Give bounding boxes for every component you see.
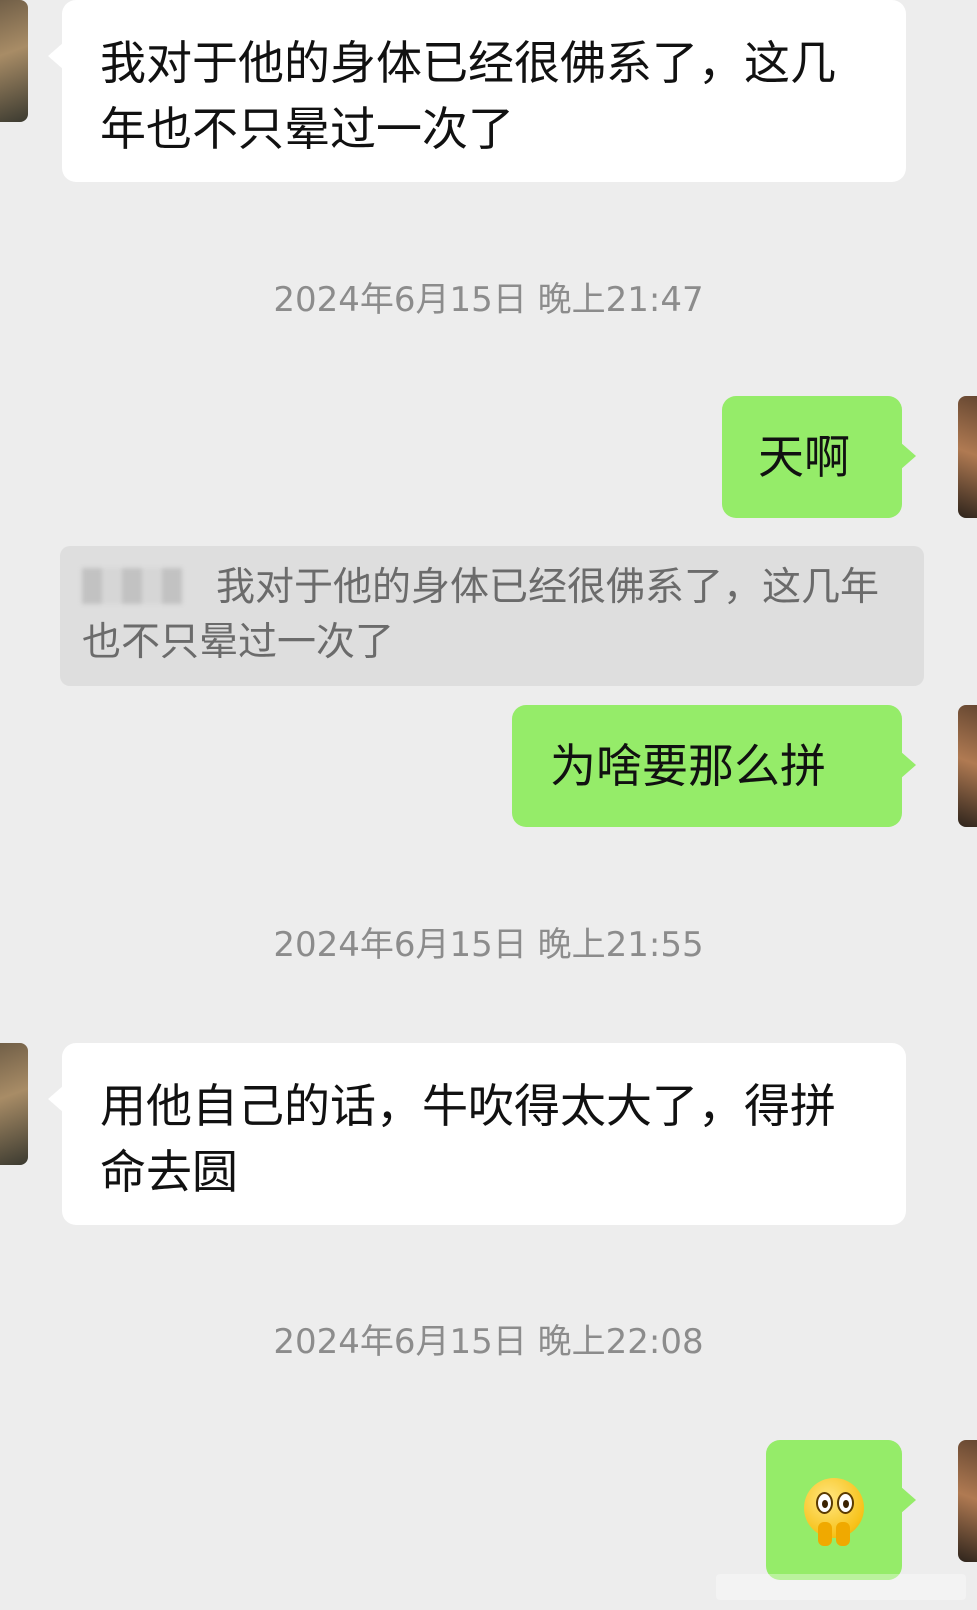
timestamp: 2024年6月15日 晚上21:47 xyxy=(273,280,704,320)
received-message-bubble[interactable]: 我对于他的身体已经很佛系了，这几年也不只晕过一次了 xyxy=(48,0,906,182)
quote-text: 我对于他的身体已经很佛系了，这几年也不只晕过一次了 xyxy=(82,565,880,665)
self-avatar[interactable] xyxy=(958,1440,977,1562)
message-text: 我对于他的身体已经很佛系了，这几年也不只晕过一次了 xyxy=(100,36,836,156)
message-text: 用他自己的话，牛吹得太大了，得拼命去圆 xyxy=(100,1079,836,1199)
grinning-face-emoji-icon xyxy=(804,1478,864,1546)
quote-sender-name-blurred xyxy=(82,568,182,604)
sent-message-bubble[interactable] xyxy=(766,1440,916,1580)
timestamp: 2024年6月15日 晚上21:55 xyxy=(273,925,704,965)
message-text: 为啥要那么拼 xyxy=(550,739,826,793)
sent-message-bubble[interactable]: 天啊 xyxy=(722,396,916,518)
self-avatar[interactable] xyxy=(958,396,977,518)
contact-avatar[interactable] xyxy=(0,1043,28,1165)
quoted-message[interactable]: 我对于他的身体已经很佛系了，这几年也不只晕过一次了 xyxy=(60,546,924,686)
timestamp: 2024年6月15日 晚上22:08 xyxy=(273,1322,704,1362)
received-message-bubble[interactable]: 用他自己的话，牛吹得太大了，得拼命去圆 xyxy=(48,1043,906,1225)
sent-message-bubble[interactable]: 为啥要那么拼 xyxy=(512,705,916,827)
self-avatar[interactable] xyxy=(958,705,977,827)
watermark xyxy=(716,1574,966,1600)
message-text: 天啊 xyxy=(758,430,850,484)
contact-avatar[interactable] xyxy=(0,0,28,122)
